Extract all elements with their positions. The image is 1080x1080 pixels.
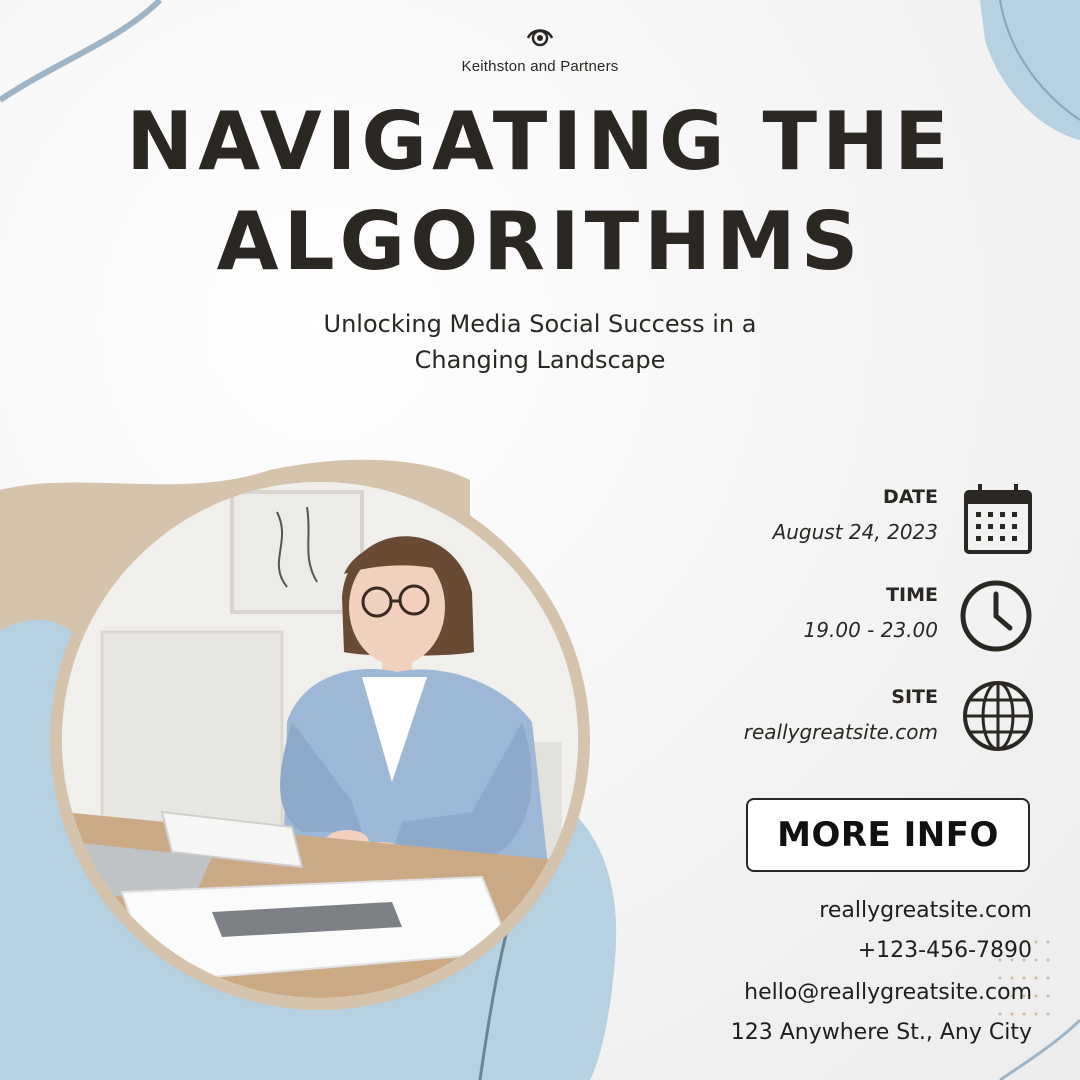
contact-phone[interactable]: +123-456-7890: [612, 938, 1032, 963]
brand-header: Keithston and Partners: [0, 24, 1080, 75]
contact-address: 123 Anywhere St., Any City: [730, 1020, 1032, 1045]
site-value: reallygreatsite.com: [743, 720, 938, 744]
person-photo: [62, 482, 578, 998]
more-info-button[interactable]: MORE INFO: [746, 798, 1030, 872]
subtitle-line-2: Changing Landscape: [414, 346, 666, 374]
title-line-2: ALGORITHMS: [216, 195, 864, 288]
subtitle-line-1: Unlocking Media Social Success in a: [323, 310, 757, 338]
eye-logo-icon: [526, 29, 554, 47]
brand-name: Keithston and Partners: [461, 58, 619, 75]
contact-email[interactable]: hello@reallygreatsite.com: [612, 980, 1032, 1005]
title-line-1: NAVIGATING THE: [126, 95, 954, 188]
globe-icon: [963, 681, 1033, 751]
site-label: SITE: [891, 686, 938, 708]
time-value: 19.00 - 23.00: [803, 618, 938, 642]
page-title: NAVIGATING THE ALGORITHMS: [0, 92, 1080, 292]
woman-reading-illustration: [62, 482, 578, 998]
time-label: TIME: [886, 584, 938, 606]
clock-icon: [960, 580, 1032, 652]
date-value: August 24, 2023: [772, 520, 938, 544]
date-label: DATE: [883, 486, 938, 508]
calendar-icon: [964, 484, 1032, 554]
contact-website[interactable]: reallygreatsite.com: [612, 898, 1032, 923]
subtitle: Unlocking Media Social Success in a Chan…: [240, 306, 840, 378]
